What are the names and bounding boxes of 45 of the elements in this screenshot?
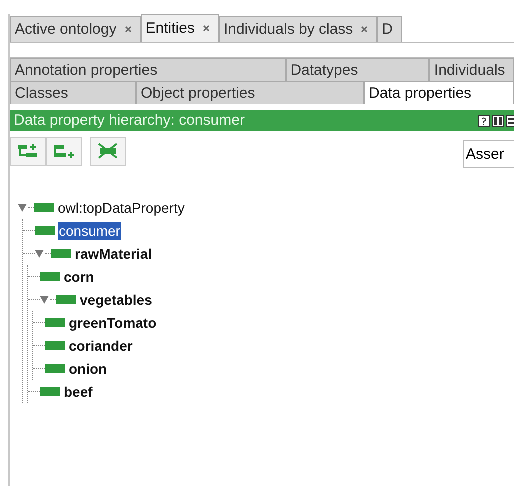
tab[interactable]: Active ontology [10, 16, 141, 42]
add-sibling-icon [53, 143, 75, 159]
close-icon[interactable] [124, 26, 132, 33]
data-property-icon [51, 249, 71, 258]
data-property-icon [40, 387, 60, 396]
data-property-icon [35, 226, 55, 235]
tree-item[interactable]: owl:topDataProperty [57, 198, 186, 216]
tree-item[interactable]: beef [63, 382, 94, 400]
add-subproperty-button[interactable] [10, 136, 46, 166]
data-property-icon [34, 203, 54, 212]
data-property-icon [45, 341, 65, 350]
add-sibling-button[interactable] [46, 136, 82, 166]
help-icon[interactable] [478, 114, 490, 126]
split-columns-icon[interactable] [492, 114, 504, 126]
expanded-arrow-icon[interactable] [18, 204, 27, 212]
tab[interactable]: Data properties [364, 81, 514, 104]
tree-item[interactable]: vegetables [79, 290, 154, 308]
data-property-icon [45, 364, 65, 373]
tab[interactable]: Classes [10, 81, 136, 104]
tab[interactable]: Entities [140, 14, 219, 42]
expanded-arrow-icon[interactable] [40, 296, 49, 304]
crossed-property-icon [97, 143, 119, 159]
data-property-icon [56, 295, 76, 304]
tab[interactable]: Object properties [136, 81, 364, 104]
tab[interactable]: Annotation properties [10, 58, 286, 81]
view-title: Data property hierarchy: consumer [14, 112, 245, 129]
tab[interactable]: Individuals by class [218, 16, 378, 42]
expanded-arrow-icon[interactable] [35, 250, 44, 258]
tree-item[interactable]: consumer [58, 222, 122, 240]
close-icon[interactable] [361, 26, 368, 33]
tab[interactable]: D [377, 16, 402, 42]
tree-item[interactable]: coriander [68, 336, 134, 354]
tab[interactable]: Datatypes [286, 58, 430, 81]
delete-property-button[interactable] [90, 136, 126, 166]
split-rows-icon[interactable] [506, 114, 514, 126]
mode-dropdown[interactable]: Asser [463, 140, 514, 168]
tree-item[interactable]: corn [63, 268, 96, 286]
add-subproperty-icon [17, 143, 39, 159]
tree-item[interactable]: rawMaterial [74, 244, 154, 262]
tab[interactable]: Individuals [429, 58, 514, 81]
tree-item[interactable]: greenTomato [68, 314, 158, 332]
close-icon[interactable] [202, 25, 210, 32]
data-property-icon [40, 272, 60, 281]
tree-item[interactable]: onion [68, 360, 108, 378]
data-property-icon [45, 318, 65, 327]
